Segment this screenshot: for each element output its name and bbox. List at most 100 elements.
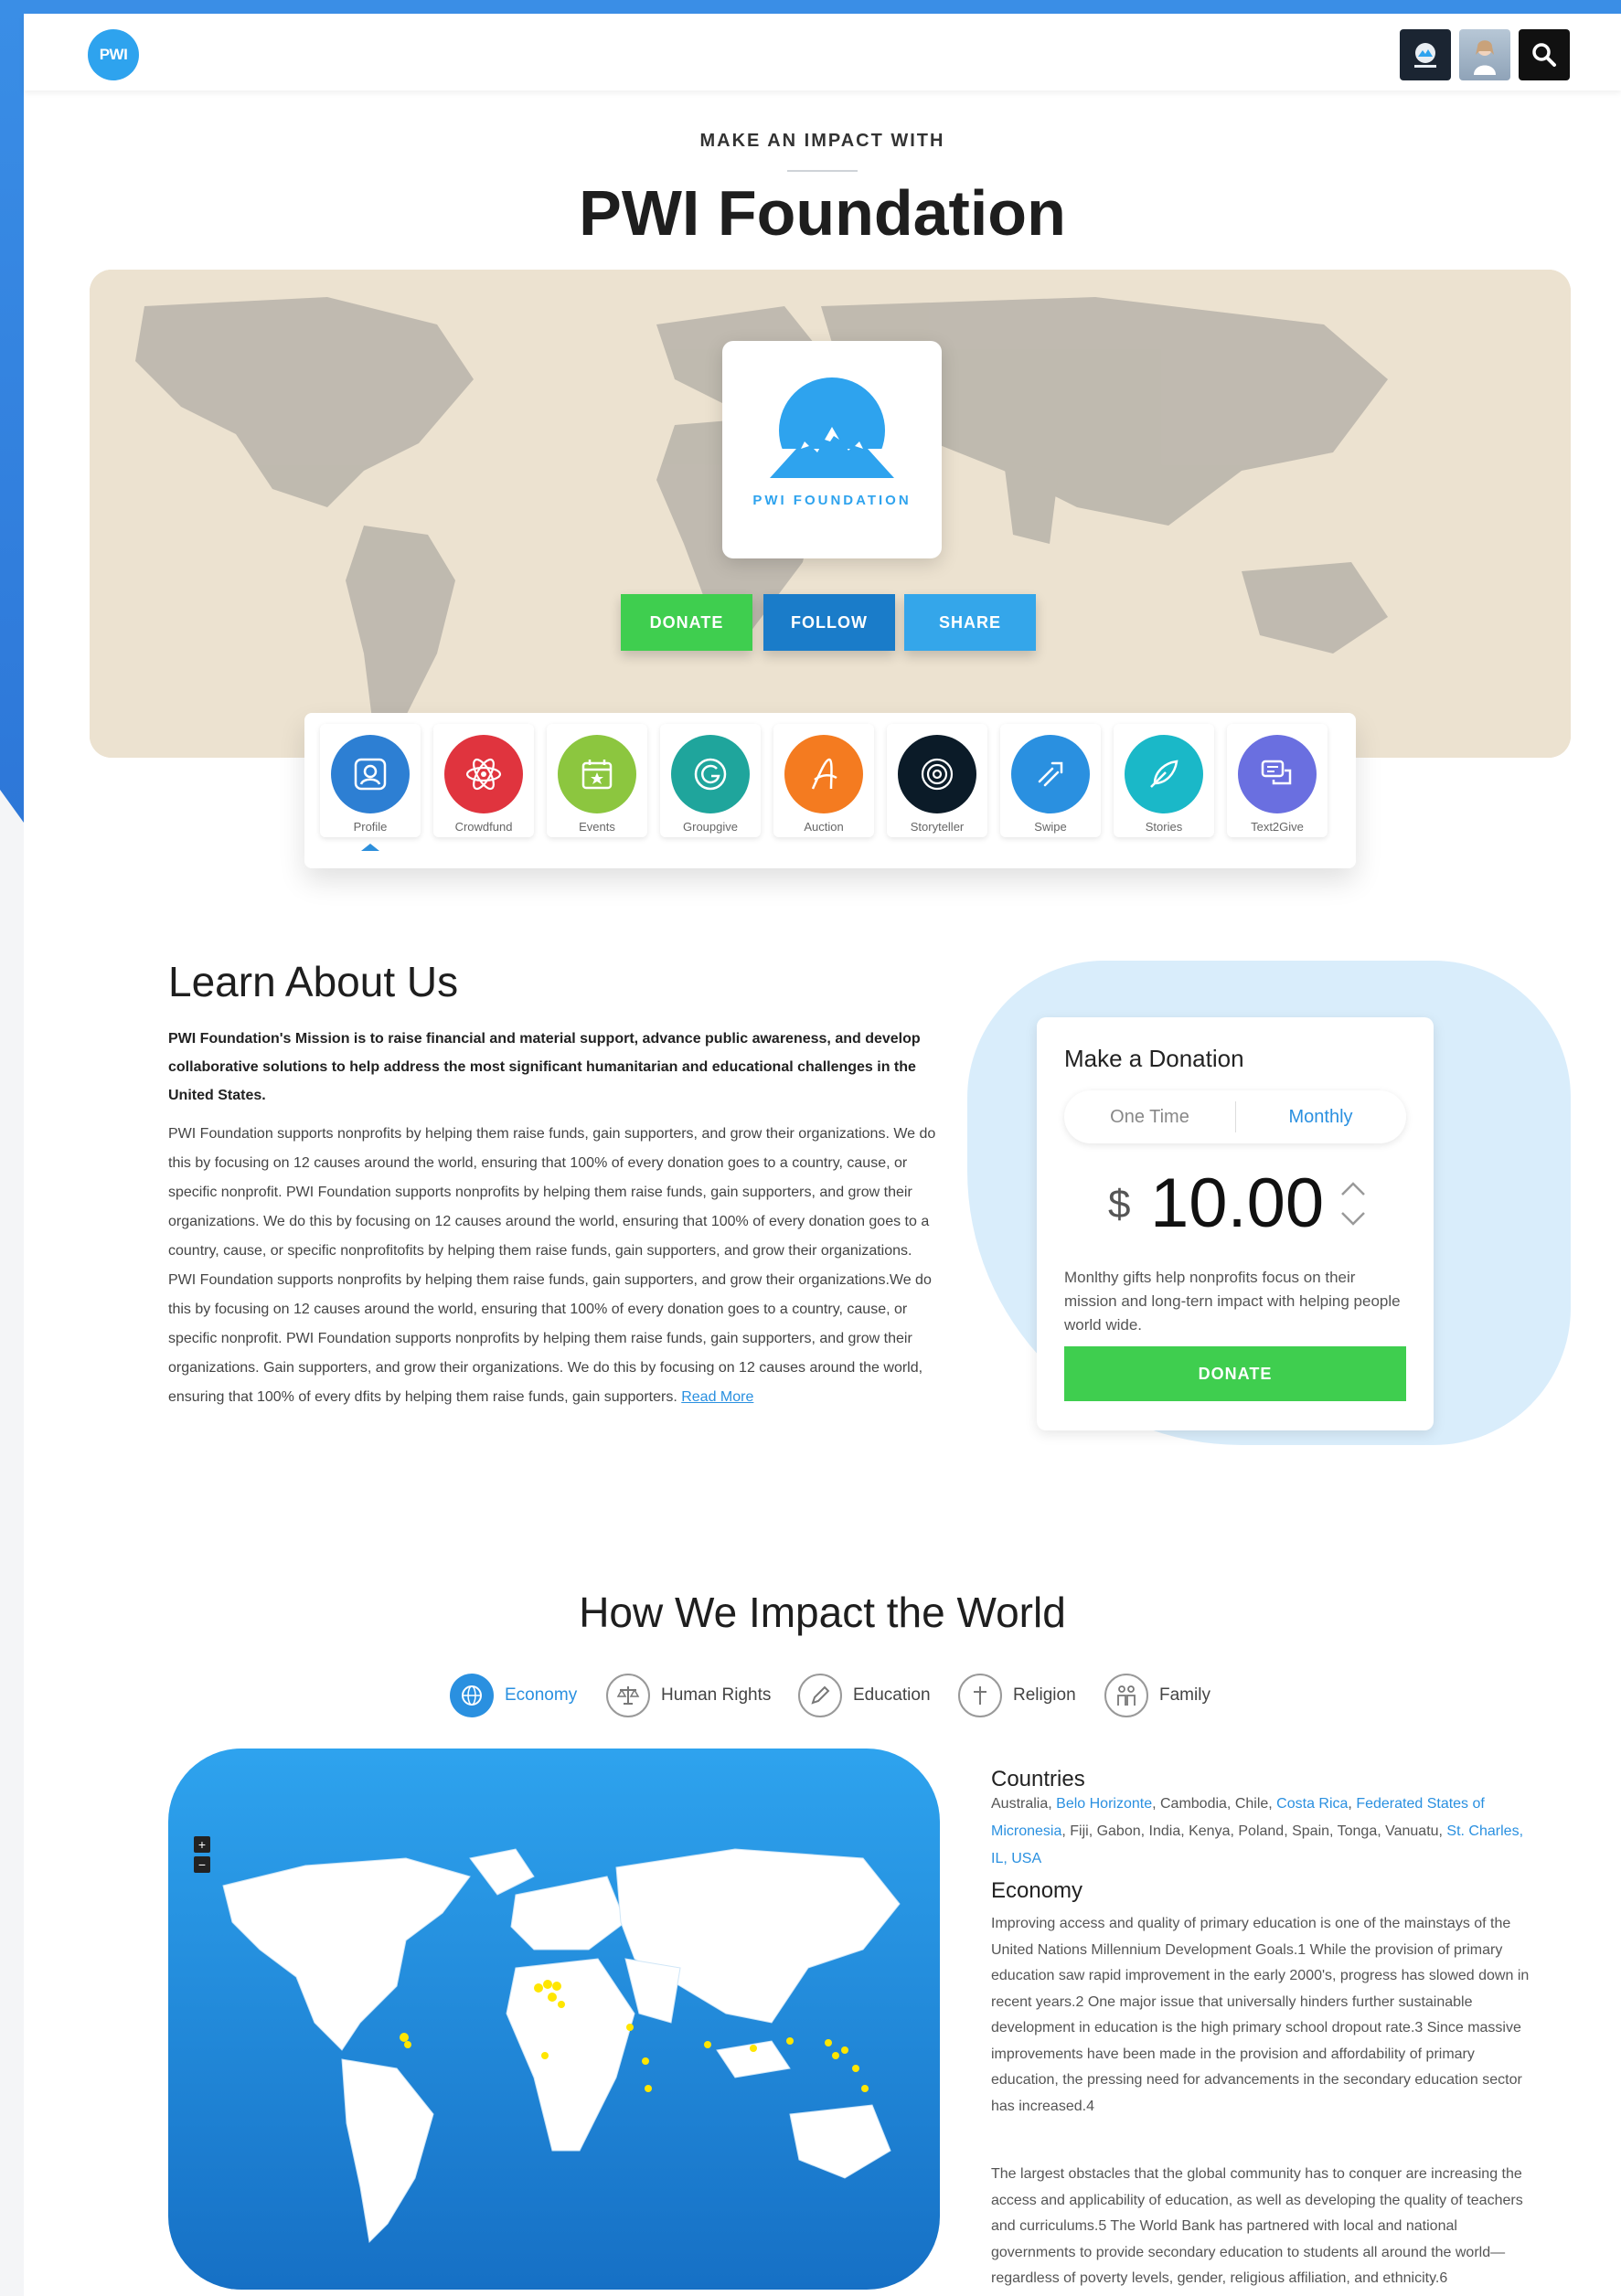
country-item: Kenya xyxy=(1189,1823,1231,1839)
donation-note: Monlthy gifts help nonprofits focus on t… xyxy=(1064,1269,1401,1334)
org-avatar[interactable] xyxy=(1400,29,1451,80)
category-label: Education xyxy=(853,1685,931,1705)
search-icon xyxy=(1532,43,1556,67)
about-body-text: PWI Foundation supports nonprofits by he… xyxy=(168,1126,936,1405)
tool-label: Crowdfund xyxy=(454,820,513,834)
tool-stories[interactable]: Stories xyxy=(1114,724,1214,837)
tool-profile[interactable]: Profile xyxy=(320,724,421,837)
top-accent-stripe xyxy=(0,0,1621,14)
g-letter-icon xyxy=(671,735,750,813)
feature-tools-bar: Profile Crowdfund Events Groupgive Aucti… xyxy=(304,713,1356,868)
category-education[interactable]: Education xyxy=(798,1672,931,1719)
tool-label: Text2Give xyxy=(1251,820,1304,834)
search-button[interactable] xyxy=(1519,29,1570,80)
tool-label: Auction xyxy=(804,820,844,834)
category-label: Economy xyxy=(505,1685,578,1705)
country-item[interactable]: Belo Horizonte xyxy=(1056,1796,1152,1812)
countries-title: Countries xyxy=(991,1767,1085,1791)
country-item: Vanuatu xyxy=(1385,1823,1439,1839)
read-more-link[interactable]: Read More xyxy=(681,1389,753,1405)
tool-label: Storyteller xyxy=(910,820,965,834)
swipe-icon xyxy=(1011,735,1090,813)
country-item[interactable]: Costa Rica xyxy=(1276,1796,1348,1812)
tool-label: Stories xyxy=(1145,820,1183,834)
amount-stepper-icon[interactable] xyxy=(1338,1180,1368,1228)
tool-crowdfund[interactable]: Crowdfund xyxy=(433,724,534,837)
hero-share-button[interactable]: SHARE xyxy=(904,594,1036,651)
tool-swipe[interactable]: Swipe xyxy=(1000,724,1101,837)
country-item: Tonga xyxy=(1337,1823,1378,1839)
donation-frequency-toggle: One Time Monthly xyxy=(1064,1090,1406,1143)
impact-world-map[interactable]: + − xyxy=(168,1749,940,2290)
economy-paragraph-1: Improving access and quality of primary … xyxy=(991,1916,1530,2114)
quill-icon xyxy=(1125,735,1203,813)
tool-label: Events xyxy=(579,820,615,834)
tool-groupgive[interactable]: Groupgive xyxy=(660,724,761,837)
chat-icon xyxy=(1238,735,1317,813)
hero-banner: PWI FOUNDATION xyxy=(90,270,1571,758)
cross-icon xyxy=(958,1674,1002,1717)
mission-statement: PWI Foundation's Mission is to raise fin… xyxy=(168,1031,921,1103)
target-icon xyxy=(898,735,976,813)
hero-follow-button[interactable]: FOLLOW xyxy=(763,594,895,651)
tool-storyteller[interactable]: Storyteller xyxy=(887,724,987,837)
pencil-icon xyxy=(798,1674,842,1717)
family-icon xyxy=(1104,1674,1148,1717)
eyebrow-divider xyxy=(787,170,858,172)
map-zoom-out-button[interactable]: − xyxy=(194,1856,210,1873)
tool-events[interactable]: Events xyxy=(547,724,647,837)
map-zoom-in-button[interactable]: + xyxy=(194,1836,210,1853)
page-title: PWI Foundation xyxy=(579,177,1066,249)
about-body: PWI Foundation supports nonprofits by he… xyxy=(168,1120,936,1412)
tool-label: Groupgive xyxy=(683,820,738,834)
profile-icon xyxy=(331,735,410,813)
country-item: Chile xyxy=(1234,1796,1269,1812)
economy-paragraph-2: The largest obstacles that the global co… xyxy=(991,2166,1523,2286)
hero-donate-button[interactable]: DONATE xyxy=(621,594,752,651)
donate-submit-button[interactable]: DONATE xyxy=(1064,1346,1406,1401)
foundation-logo-label: PWI FOUNDATION xyxy=(752,493,912,508)
category-religion[interactable]: Religion xyxy=(958,1672,1076,1719)
avatar-org-icon xyxy=(1414,43,1436,68)
learn-section-title: Learn About Us xyxy=(168,958,459,1005)
tool-text2give[interactable]: Text2Give xyxy=(1227,724,1328,837)
world-map-svg xyxy=(222,1848,901,2244)
donation-title: Make a Donation xyxy=(1064,1045,1244,1072)
monthly-option[interactable]: Monthly xyxy=(1235,1090,1406,1143)
pwi-logo[interactable]: PWI xyxy=(88,29,139,80)
country-item: Gabon xyxy=(1096,1823,1141,1839)
side-accent-stripe xyxy=(0,0,24,823)
category-family[interactable]: Family xyxy=(1104,1672,1210,1719)
one-time-option[interactable]: One Time xyxy=(1064,1090,1235,1143)
globe-icon xyxy=(450,1674,494,1717)
scales-icon xyxy=(606,1674,650,1717)
donation-amount-input[interactable]: 10.00 xyxy=(1150,1164,1324,1243)
category-economy[interactable]: Economy xyxy=(450,1672,577,1719)
map-zoom-controls: + − xyxy=(194,1836,210,1876)
category-human-rights[interactable]: Human Rights xyxy=(606,1672,771,1719)
user-avatar[interactable] xyxy=(1459,29,1510,80)
category-label: Family xyxy=(1159,1685,1210,1705)
countries-list: Australia, Belo Horizonte, Cambodia, Chi… xyxy=(991,1796,1524,1866)
country-item: Cambodia xyxy=(1159,1796,1227,1812)
tool-label: Profile xyxy=(353,820,388,834)
avatar-user-icon xyxy=(1474,40,1496,75)
foundation-logo-card: PWI FOUNDATION xyxy=(722,341,942,558)
country-item: Poland xyxy=(1238,1823,1285,1839)
country-item: Fiji xyxy=(1070,1823,1089,1839)
category-label: Religion xyxy=(1013,1685,1076,1705)
impact-section-title: How We Impact the World xyxy=(579,1589,1066,1636)
mountain-logo-icon xyxy=(759,377,905,487)
hero-eyebrow: MAKE AN IMPACT WITH xyxy=(699,131,945,151)
tool-auction[interactable]: Auction xyxy=(773,724,874,837)
site-header: PWI xyxy=(24,14,1621,90)
active-tool-indicator xyxy=(361,844,379,851)
page: PWI MAKE AN IMPACT WITH PWI Foundation P… xyxy=(24,14,1621,2296)
category-label: Human Rights xyxy=(661,1685,772,1705)
atom-icon xyxy=(444,735,523,813)
country-item: Australia xyxy=(991,1796,1049,1812)
country-item: India xyxy=(1148,1823,1181,1839)
a-letter-icon xyxy=(784,735,863,813)
donation-card: Make a Donation One Time Monthly $ 10.00… xyxy=(1037,1017,1434,1430)
calendar-star-icon xyxy=(558,735,636,813)
